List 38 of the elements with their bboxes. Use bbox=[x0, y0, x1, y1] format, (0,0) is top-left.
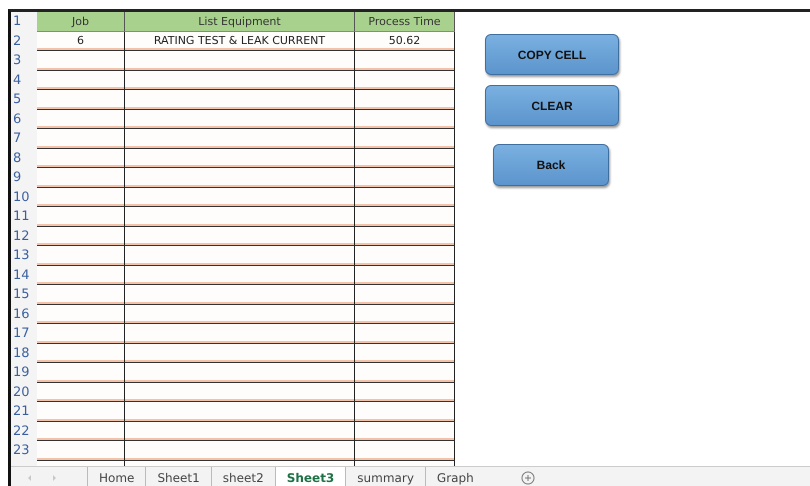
row-number: 20 bbox=[11, 382, 37, 402]
row-number: 6 bbox=[11, 110, 37, 129]
row-number: 9 bbox=[11, 168, 37, 188]
row-number: 4 bbox=[11, 70, 37, 90]
table-cell: RATING TEST & LEAK CURRENT bbox=[125, 32, 355, 51]
macro-button[interactable]: COPY CELL bbox=[485, 34, 619, 75]
macro-button[interactable]: CLEAR bbox=[485, 85, 619, 126]
sheet-tab[interactable]: Graph bbox=[424, 467, 485, 486]
row-number: 1 bbox=[11, 12, 37, 32]
row-number: 13 bbox=[11, 246, 37, 266]
row-number: 22 bbox=[11, 422, 37, 441]
row-number: 7 bbox=[11, 129, 37, 148]
add-sheet-icon[interactable] bbox=[520, 471, 535, 485]
row-number: 18 bbox=[11, 344, 37, 363]
row-number: 14 bbox=[11, 266, 37, 285]
row-number: 21 bbox=[11, 402, 37, 422]
macro-button[interactable]: Back bbox=[493, 144, 609, 186]
column-header: Job bbox=[37, 12, 125, 32]
row-number: 2 bbox=[11, 32, 37, 51]
row-number: 17 bbox=[11, 324, 37, 344]
sheet-tab[interactable]: Home bbox=[87, 467, 146, 486]
row-number: 19 bbox=[11, 363, 37, 382]
row-number: 16 bbox=[11, 304, 37, 324]
sheet-tab[interactable]: Sheet3 bbox=[274, 467, 346, 486]
sheet-tab[interactable]: Sheet1 bbox=[145, 467, 211, 486]
table-cell: 6 bbox=[37, 32, 125, 51]
column-header: List Equipment bbox=[125, 12, 355, 32]
table-cell: 50.62 bbox=[355, 32, 455, 51]
row-number: 15 bbox=[11, 285, 37, 304]
column-header: Process Time bbox=[355, 12, 455, 32]
sheet-tab[interactable]: summary bbox=[345, 467, 425, 486]
row-number: 11 bbox=[11, 207, 37, 226]
row-number: 8 bbox=[11, 148, 37, 168]
row-number: 12 bbox=[11, 226, 37, 246]
row-number: 3 bbox=[11, 51, 37, 70]
row-number: 23 bbox=[11, 441, 37, 460]
row-number: 5 bbox=[11, 90, 37, 110]
row-number: 10 bbox=[11, 188, 37, 207]
